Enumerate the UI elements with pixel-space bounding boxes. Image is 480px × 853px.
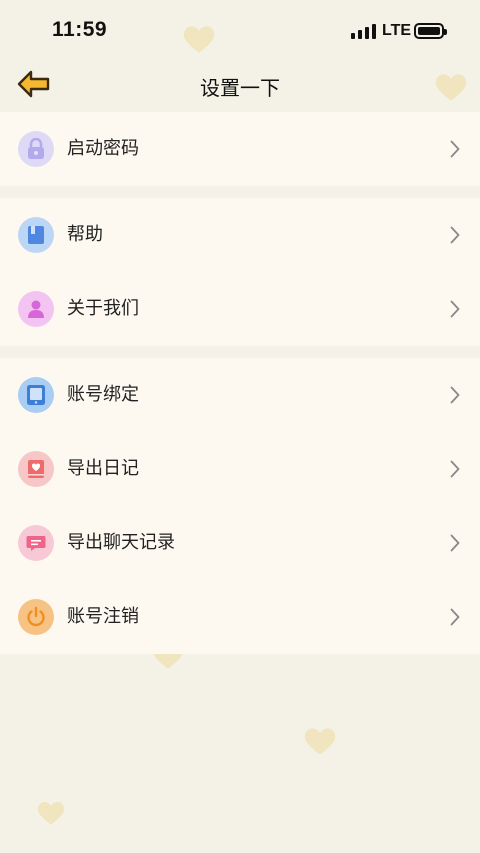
person-icon <box>18 291 54 327</box>
heart-decoration-icon <box>304 728 336 755</box>
settings-item-label: 账号注销 <box>67 606 139 627</box>
lock-icon <box>18 131 54 167</box>
status-time: 11:59 <box>52 18 108 41</box>
diary-heart-icon <box>18 451 54 487</box>
page-title: 设置一下 <box>200 76 280 100</box>
settings-section-security: 启动密码 <box>0 112 480 186</box>
chevron-right-icon <box>450 300 460 318</box>
settings-item-about-us[interactable]: 关于我们 <box>0 272 480 346</box>
power-icon <box>18 599 54 635</box>
settings-section-info: 帮助 关于我们 <box>0 198 480 346</box>
settings-item-label: 关于我们 <box>67 298 139 319</box>
chevron-right-icon <box>450 460 460 478</box>
battery-icon <box>414 23 447 39</box>
nav-bar: 设置一下 <box>0 60 480 110</box>
chat-bubble-icon <box>18 525 54 561</box>
settings-item-startup-password[interactable]: 启动密码 <box>0 112 480 186</box>
settings-item-label: 启动密码 <box>67 138 139 159</box>
book-icon <box>18 217 54 253</box>
signal-strength-icon <box>351 24 376 39</box>
settings-item-label: 导出聊天记录 <box>67 532 175 553</box>
heart-decoration-icon <box>37 802 65 825</box>
network-type: LTE <box>382 22 412 39</box>
settings-item-account-binding[interactable]: 账号绑定 <box>0 358 480 432</box>
status-bar: 11:59 LTE <box>0 0 480 60</box>
chevron-right-icon <box>450 534 460 552</box>
settings-section-account: 账号绑定 导出日记 导出聊天记录 账号注销 <box>0 358 480 654</box>
settings-item-export-chat-history[interactable]: 导出聊天记录 <box>0 506 480 580</box>
chevron-right-icon <box>450 226 460 244</box>
settings-item-delete-account[interactable]: 账号注销 <box>0 580 480 654</box>
settings-item-label: 账号绑定 <box>67 384 139 405</box>
chevron-right-icon <box>450 608 460 626</box>
settings-item-label: 帮助 <box>67 224 103 245</box>
chevron-right-icon <box>450 140 460 158</box>
chevron-right-icon <box>450 386 460 404</box>
settings-item-export-diary[interactable]: 导出日记 <box>0 432 480 506</box>
settings-item-label: 导出日记 <box>67 458 139 479</box>
settings-item-help[interactable]: 帮助 <box>0 198 480 272</box>
tablet-icon <box>18 377 54 413</box>
